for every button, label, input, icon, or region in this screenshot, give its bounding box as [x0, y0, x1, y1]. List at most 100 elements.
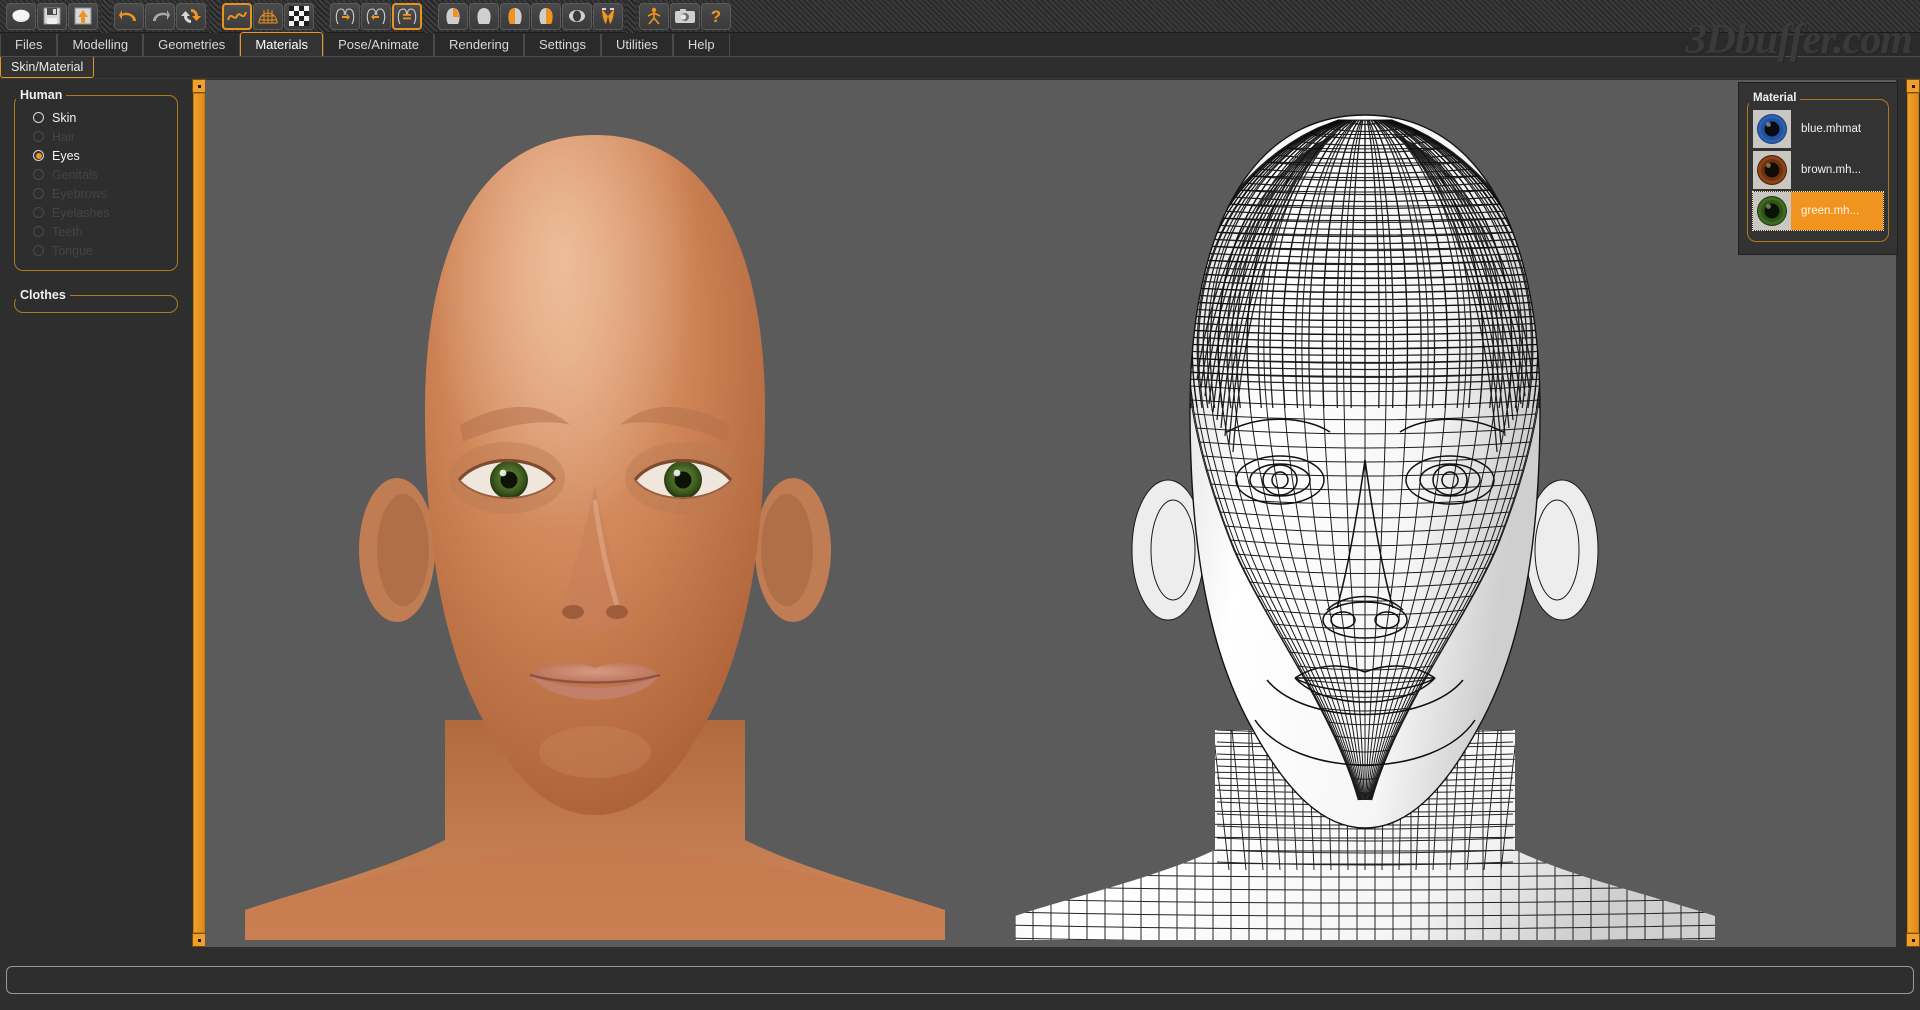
status-message-field[interactable] — [6, 966, 1914, 994]
scrollbar-thumb[interactable] — [1907, 93, 1919, 933]
textured-head[interactable] — [245, 80, 945, 947]
toolbar-separator — [425, 0, 435, 33]
radio-label-hair: Hair — [52, 129, 75, 144]
toolbar-group-extras: ? — [636, 2, 734, 30]
view-left-icon[interactable] — [500, 2, 530, 30]
material-item-green[interactable]: green.mh... — [1752, 191, 1884, 231]
tab-modelling[interactable]: Modelling — [57, 34, 144, 56]
radio-row-skin[interactable]: Skin — [21, 108, 171, 127]
material-label-brown: brown.mh... — [1801, 164, 1862, 176]
radio-row-teeth: Teeth — [21, 222, 171, 241]
tab-utilities[interactable]: Utilities — [600, 34, 673, 56]
status-bar — [0, 958, 1920, 1010]
symmetry-left-icon[interactable] — [361, 2, 391, 30]
view-right-icon[interactable] — [531, 2, 561, 30]
tab-help[interactable]: Help — [672, 34, 730, 56]
eye-swatch-blue-icon — [1753, 110, 1791, 148]
toolbar-group-view — [435, 2, 626, 30]
radio-label-skin: Skin — [52, 110, 77, 125]
radio-icon-teeth — [33, 226, 44, 237]
clothes-group: Clothes — [14, 288, 178, 313]
radio-row-tongue: Tongue — [21, 241, 171, 260]
radio-label-teeth: Teeth — [52, 224, 83, 239]
material-panel: Material blue.mhmat brown.mh... green.mh… — [1738, 82, 1898, 255]
radio-icon-hair — [33, 131, 44, 142]
material-group: Material blue.mhmat brown.mh... green.mh… — [1747, 92, 1889, 242]
clothes-group-title: Clothes — [16, 288, 70, 302]
radio-icon-tongue — [33, 245, 44, 256]
save-icon[interactable] — [37, 2, 67, 30]
new-mesh-icon[interactable] — [6, 2, 36, 30]
radio-row-genitals: Genitals — [21, 165, 171, 184]
material-list: blue.mhmat brown.mh... green.mh... — [1747, 99, 1889, 242]
subtab-skin-material[interactable]: Skin/Material — [0, 57, 95, 78]
scrollbar-thumb[interactable] — [193, 93, 205, 933]
radio-icon-skin — [33, 112, 44, 123]
toolbar-separator — [209, 0, 219, 33]
view-front-icon[interactable] — [438, 2, 468, 30]
material-group-title: Material — [1749, 92, 1801, 104]
radio-row-eyes[interactable]: Eyes — [21, 146, 171, 165]
subdivide-icon[interactable] — [284, 2, 314, 30]
left-panel-scrollbar[interactable] — [192, 79, 206, 947]
tab-settings[interactable]: Settings — [524, 34, 601, 56]
material-label-blue: blue.mhmat — [1801, 123, 1862, 135]
radio-icon-eyes — [33, 150, 44, 161]
grab-screen-icon[interactable] — [670, 2, 700, 30]
main-tab-bar: Files Modelling Geometries Materials Pos… — [0, 32, 1920, 57]
radio-label-eyes: Eyes — [52, 148, 80, 163]
radio-label-eyelashes: Eyelashes — [52, 205, 110, 220]
scrollbar-down-cap[interactable] — [1906, 933, 1920, 947]
toolbar-group-shading — [219, 2, 317, 30]
scrollbar-up-cap[interactable] — [1906, 79, 1920, 93]
tab-rendering[interactable]: Rendering — [434, 34, 524, 56]
toolbar-group-history — [111, 2, 209, 30]
radio-icon-genitals — [33, 169, 44, 180]
human-group-body: Skin Hair Eyes Genitals Eyebrows Eyelash… — [14, 95, 178, 271]
smooth-icon[interactable] — [222, 2, 252, 30]
material-label-green: green.mh... — [1801, 205, 1860, 217]
view-back-icon[interactable] — [469, 2, 499, 30]
wireframe-icon[interactable] — [253, 2, 283, 30]
svg-text:?: ? — [711, 7, 721, 26]
toolbar-separator — [626, 0, 636, 33]
human-group: Human Skin Hair Eyes Genitals Eyebrows E… — [14, 88, 178, 271]
toolbar-group-file — [3, 2, 101, 30]
tab-files[interactable]: Files — [0, 34, 58, 56]
view-top-icon[interactable] — [562, 2, 592, 30]
undo-icon[interactable] — [114, 2, 144, 30]
eye-swatch-green-icon — [1753, 192, 1791, 230]
radio-label-genitals: Genitals — [52, 167, 98, 182]
toolbar-separator — [317, 0, 327, 33]
toolbar-group-symmetry — [327, 2, 425, 30]
scrollbar-up-cap[interactable] — [192, 79, 206, 93]
symmetry-both-icon[interactable] — [392, 2, 422, 30]
view-bottom-icon[interactable] — [593, 2, 623, 30]
help-icon[interactable]: ? — [701, 2, 731, 30]
radio-row-eyelashes: Eyelashes — [21, 203, 171, 222]
load-icon[interactable] — [68, 2, 98, 30]
left-settings-panel: Human Skin Hair Eyes Genitals Eyebrows E… — [0, 79, 192, 958]
tab-geometries[interactable]: Geometries — [143, 34, 241, 56]
reset-icon[interactable] — [176, 2, 206, 30]
scrollbar-down-cap[interactable] — [192, 933, 206, 947]
pose-icon[interactable] — [639, 2, 669, 30]
material-item-blue[interactable]: blue.mhmat — [1753, 110, 1883, 148]
radio-label-tongue: Tongue — [52, 243, 94, 258]
main-toolbar: ? — [0, 0, 1920, 33]
radio-icon-eyebrows — [33, 188, 44, 199]
3d-viewport[interactable] — [205, 80, 1896, 947]
material-item-brown[interactable]: brown.mh... — [1753, 151, 1883, 189]
tab-pose-animate[interactable]: Pose/Animate — [323, 34, 434, 56]
tab-materials[interactable]: Materials — [240, 32, 324, 56]
symmetry-right-icon[interactable] — [330, 2, 360, 30]
wireframe-head[interactable] — [1005, 80, 1725, 947]
redo-icon[interactable] — [145, 2, 175, 30]
toolbar-separator — [101, 0, 111, 33]
eye-swatch-brown-icon — [1753, 151, 1791, 189]
makehuman-window: ? Files Modelling Geometries Materials P… — [0, 0, 1920, 1010]
right-panel-scrollbar[interactable] — [1906, 79, 1920, 947]
human-group-title: Human — [16, 88, 67, 102]
radio-row-eyebrows: Eyebrows — [21, 184, 171, 203]
radio-icon-eyelashes — [33, 207, 44, 218]
